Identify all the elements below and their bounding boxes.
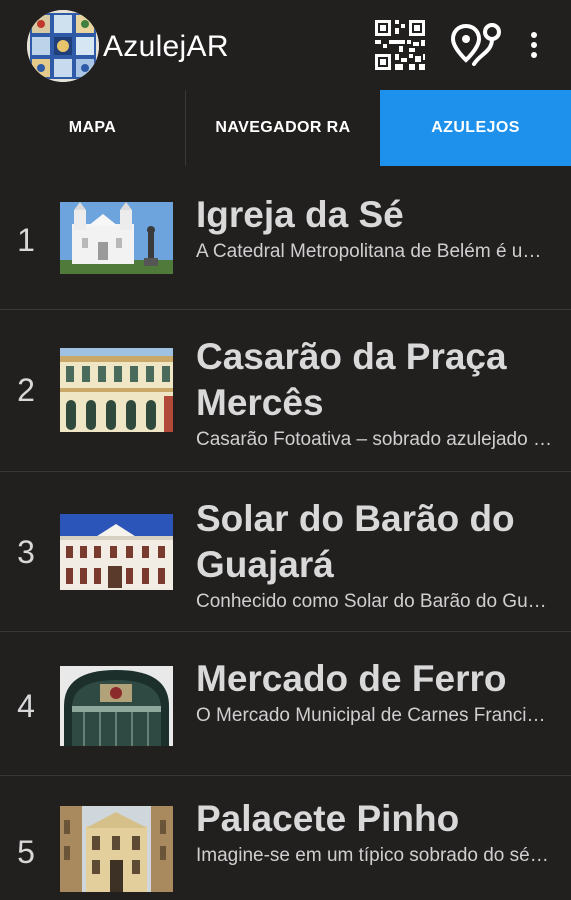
item-title: Mercado de Ferro bbox=[196, 658, 507, 699]
item-thumbnail bbox=[60, 806, 173, 892]
item-description: O Mercado Municipal de Carnes Francisco … bbox=[196, 705, 554, 726]
item-text: Casarão da Praça Mercês Casarão Fotoativa… bbox=[196, 334, 556, 451]
list-item[interactable]: 5 Palacete Pinho Imagine-se em um típico… bbox=[0, 776, 571, 900]
item-number: 1 bbox=[17, 222, 35, 258]
item-text: Igreja da Sé A Catedral Metropolitana de… bbox=[196, 192, 556, 263]
more-vert-icon[interactable] bbox=[520, 26, 548, 64]
item-number: 3 bbox=[17, 534, 35, 570]
azulejo-tile-logo[interactable] bbox=[27, 10, 99, 82]
list-item[interactable]: 4 Mercado de Ferro O Mercado Municipal d… bbox=[0, 632, 571, 776]
item-text: Solar do Barão do Guajará Conhecido como … bbox=[196, 496, 556, 613]
more-dot bbox=[531, 52, 537, 58]
item-thumbnail bbox=[60, 666, 173, 746]
item-number: 4 bbox=[17, 688, 35, 724]
item-number: 5 bbox=[17, 834, 35, 870]
item-thumbnail bbox=[60, 202, 173, 274]
tab-mapa[interactable]: MAPA bbox=[0, 90, 185, 166]
qr-code-icon[interactable] bbox=[373, 18, 427, 72]
item-title: Igreja da Sé bbox=[196, 194, 404, 235]
app-title: AzulejAR bbox=[103, 30, 229, 63]
item-title: Casarão da Praça Mercês bbox=[196, 336, 507, 423]
item-description: A Catedral Metropolitana de Belém é um d… bbox=[196, 241, 554, 262]
tab-navegador-ra[interactable]: NAVEGADOR RA bbox=[185, 90, 380, 166]
list-item[interactable]: 3 Solar do Barão do Guajará Conhecido com… bbox=[0, 472, 571, 632]
more-dot bbox=[531, 42, 537, 48]
item-title: Solar do Barão do Guajará bbox=[196, 498, 515, 585]
item-text: Palacete Pinho Imagine-se em um típico s… bbox=[196, 796, 556, 867]
item-description: Conhecido como Solar do Barão do Guajará… bbox=[196, 591, 554, 612]
item-description: Casarão Fotoativa – sobrado azulejado da… bbox=[196, 429, 554, 450]
item-number: 2 bbox=[17, 372, 35, 408]
item-text: Mercado de Ferro O Mercado Municipal de … bbox=[196, 656, 556, 727]
item-thumbnail bbox=[60, 348, 173, 432]
item-description: Imagine-se em um típico sobrado do sécul… bbox=[196, 845, 554, 866]
tab-azulejos[interactable]: AZULEJOS bbox=[380, 90, 571, 166]
item-thumbnail bbox=[60, 514, 173, 590]
item-title: Palacete Pinho bbox=[196, 798, 460, 839]
list-item[interactable]: 1 Igreja da Sé A Catedral Metropolitana … bbox=[0, 166, 571, 310]
azulejos-list: 1 Igreja da Sé A Catedral Metropolitana … bbox=[0, 166, 571, 900]
route-pin-icon[interactable] bbox=[450, 20, 504, 72]
list-item[interactable]: 2 Casarão da Praça Mercês Casarão Fotoat… bbox=[0, 310, 571, 472]
tab-bar: MAPA NAVEGADOR RA AZULEJOS bbox=[0, 90, 571, 166]
app-bar: AzulejAR bbox=[0, 0, 571, 90]
more-dot bbox=[531, 32, 537, 38]
